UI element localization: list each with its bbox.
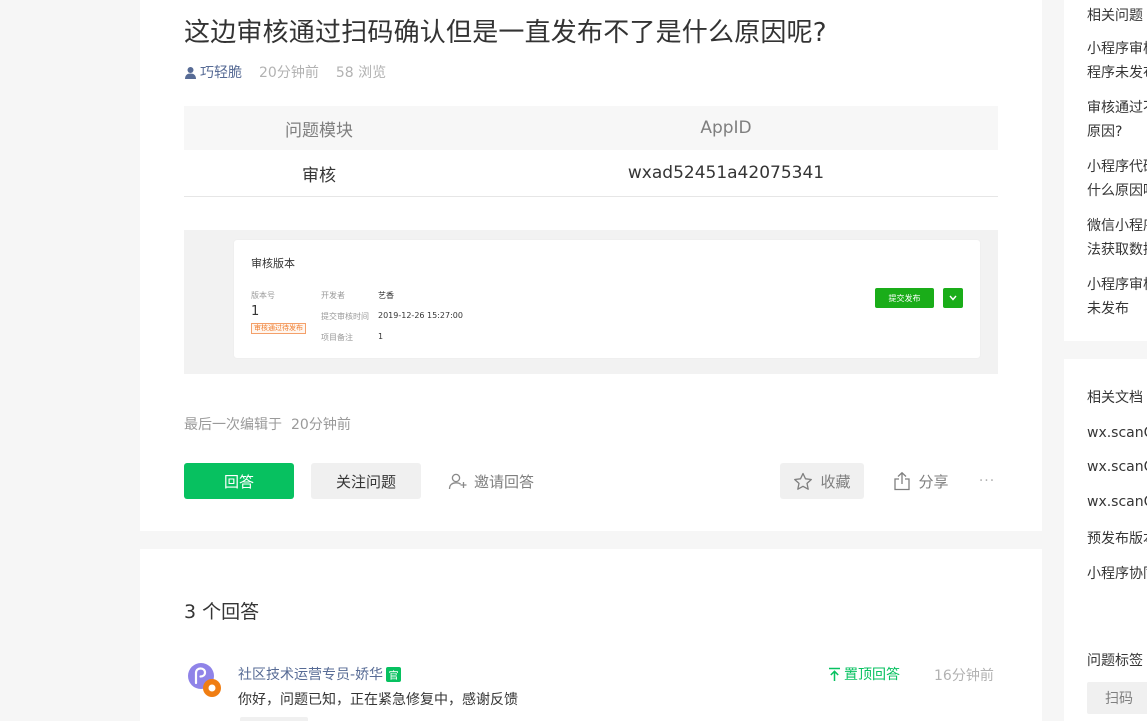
invite-label: 邀请回答 <box>474 472 535 491</box>
question-tags-panel: 问题标签 扫码 <box>1064 623 1147 721</box>
developer-value: 艺香 <box>378 291 394 300</box>
related-docs-panel: 相关文档 wx.scanCode wx.scanCode wx.scanCode… <box>1064 359 1147 634</box>
version-label: 版本号 <box>251 291 275 300</box>
screenshot-dropdown <box>943 288 963 308</box>
pinned-answer-label: 置顶回答 <box>828 664 900 684</box>
submit-time-value: 2019-12-26 15:27:00 <box>378 311 463 320</box>
avatar[interactable] <box>186 661 224 699</box>
answer-author[interactable]: 社区技术运营专员-娇华 官 <box>238 664 402 684</box>
favorite-button[interactable]: 收藏 <box>780 463 864 499</box>
share-icon <box>894 471 911 491</box>
answer-text: 你好，问题已知，正在紧急修复中，感谢反馈 <box>238 692 518 708</box>
last-edited-label: 最后一次编辑于 <box>184 417 282 433</box>
related-doc-link[interactable]: 预发布版本 <box>1087 528 1147 548</box>
screenshot-panel: 审核版本 版本号 1 审核通过待发布 开发者 艺香 提交审核时间 2019-12… <box>234 240 980 358</box>
screenshot-title: 审核版本 <box>251 257 295 270</box>
tags-title: 问题标签 <box>1087 653 1143 669</box>
related-question-item[interactable]: 审核通过不能发布什么原因? <box>1087 96 1147 144</box>
answers-card: 3 个回答 社区技术运营专员-娇华 官 你好，问题已知，正在紧急修复中，感谢反馈… <box>140 549 1042 721</box>
header-appid: AppID <box>700 118 752 138</box>
last-edited: 最后一次编辑于 20分钟前 <box>184 414 351 434</box>
related-doc-link[interactable]: wx.scanCode <box>1087 459 1147 475</box>
question-views: 58 浏览 <box>335 65 387 81</box>
page: 这边审核通过扫码确认但是一直发布不了是什么原因呢? 巧轻脆 20分钟前 58 浏… <box>0 0 1147 721</box>
header-module: 问题模块 <box>285 120 353 141</box>
favorite-label: 收藏 <box>820 472 851 491</box>
question-card: 这边审核通过扫码确认但是一直发布不了是什么原因呢? 巧轻脆 20分钟前 58 浏… <box>140 0 1042 531</box>
attached-screenshot[interactable]: 审核版本 版本号 1 审核通过待发布 开发者 艺香 提交审核时间 2019-12… <box>184 230 998 374</box>
related-question-item[interactable]: 小程序审核通过，但小程序未发布 <box>1087 37 1147 85</box>
invite-user-icon <box>448 473 467 490</box>
note-value: 1 <box>378 332 384 341</box>
last-edited-time: 20分钟前 <box>291 417 351 433</box>
status-badge: 审核通过待发布 <box>251 323 306 334</box>
version-number: 1 <box>251 304 260 319</box>
question-time: 20分钟前 <box>259 65 319 81</box>
developer-label: 开发者 <box>321 291 345 300</box>
answer-button[interactable]: 回答 <box>184 463 294 499</box>
user-icon <box>185 66 196 79</box>
chevron-down-icon <box>949 295 957 301</box>
share-label: 分享 <box>918 472 949 491</box>
screenshot-submit-button: 提交发布 <box>875 288 934 308</box>
answer-author-name: 社区技术运营专员-娇华 <box>238 667 384 683</box>
related-question-item[interactable]: 小程序代码审核未通过什么原因呢? <box>1087 155 1147 203</box>
related-questions-panel: 相关问题 小程序审核通过，但小程序未发布 审核通过不能发布什么原因? 小程序代码… <box>1064 0 1147 341</box>
related-question-item[interactable]: 小程序审核通过，但是未发布 <box>1087 273 1147 321</box>
cell-module: 审核 <box>302 165 336 186</box>
share-button[interactable]: 分享 <box>890 463 952 499</box>
answers-count: 3 个回答 <box>184 601 260 623</box>
note-label: 项目备注 <box>321 333 353 342</box>
answer-time: 16分钟前 <box>934 668 994 684</box>
answer-action-stub <box>240 717 308 721</box>
pin-label: 置顶回答 <box>844 667 900 683</box>
author-name: 巧轻脆 <box>200 65 242 81</box>
question-title: 这边审核通过扫码确认但是一直发布不了是什么原因呢? <box>184 18 827 48</box>
related-doc-link[interactable]: wx.scanCode <box>1087 494 1147 510</box>
question-author[interactable]: 巧轻脆 <box>184 62 242 82</box>
official-badge: 官 <box>386 666 402 682</box>
info-table: 问题模块 AppID 审核 wxad52451a42075341 <box>184 106 998 197</box>
invite-answer-button[interactable]: 邀请回答 <box>448 463 548 499</box>
star-icon <box>794 472 813 490</box>
related-questions-title: 相关问题 <box>1087 8 1143 24</box>
more-button[interactable]: ··· <box>976 463 998 499</box>
related-question-item[interactable]: 微信小程序审核通过无法获取数据 <box>1087 214 1147 262</box>
cell-appid: wxad52451a42075341 <box>627 163 825 183</box>
submit-time-label: 提交审核时间 <box>321 312 369 321</box>
related-docs-title: 相关文档 <box>1087 390 1143 406</box>
info-table-row: 审核 wxad52451a42075341 <box>184 150 998 197</box>
related-doc-link[interactable]: 小程序协同 <box>1087 563 1147 583</box>
pin-top-icon <box>829 667 840 681</box>
info-table-header: 问题模块 AppID <box>184 106 998 150</box>
question-meta: 巧轻脆 20分钟前 58 浏览 <box>184 62 386 82</box>
related-doc-link[interactable]: wx.scanCode <box>1087 425 1147 441</box>
tag-chip[interactable]: 扫码 <box>1087 682 1147 714</box>
follow-question-button[interactable]: 关注问题 <box>311 463 421 499</box>
